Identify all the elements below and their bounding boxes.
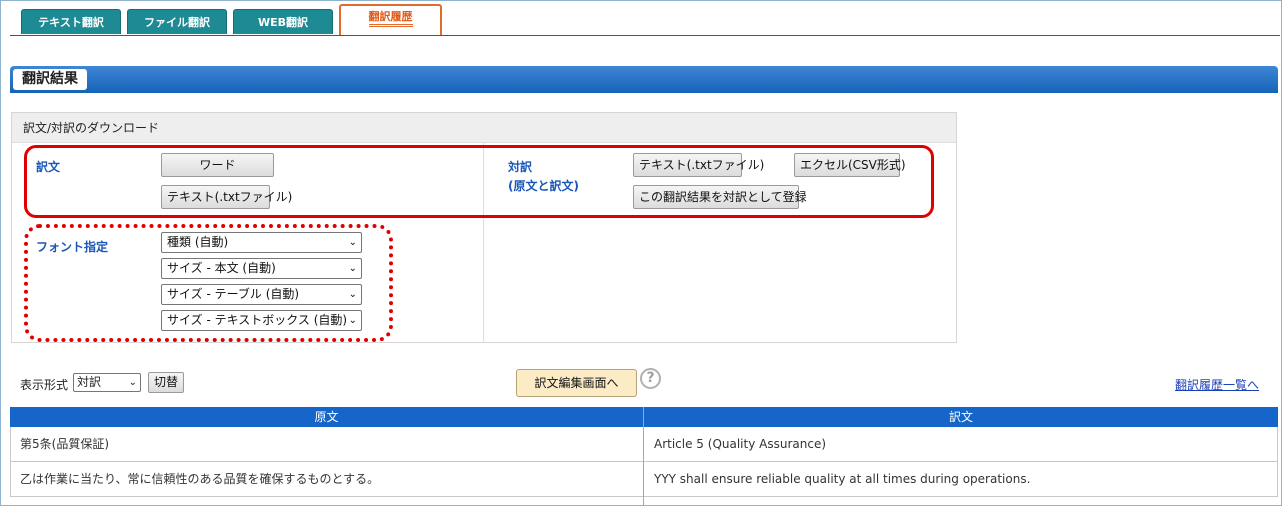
- result-header-bar: 翻訳結果: [10, 66, 1278, 93]
- column-translation: 訳文: [948, 410, 973, 424]
- translation-cell: YYY shall ensure reliable quality at all…: [654, 472, 1031, 486]
- display-format-value: 対訳: [77, 375, 102, 389]
- chevron-down-icon: ⌄: [128, 377, 137, 388]
- table-header: 原文 訳文: [10, 407, 1278, 427]
- highlight-font-box: [24, 224, 393, 342]
- tab-translation-history[interactable]: 翻訳履歴: [339, 4, 442, 35]
- source-cell: 乙は作業に当たり、常に信頼性のある品質を確保するものとする。: [20, 472, 380, 486]
- tab-web-translation[interactable]: WEB翻訳: [233, 9, 333, 34]
- table-row: 乙は作業に当たり、常に信頼性のある品質を確保するものとする。 YYY shall…: [10, 462, 1278, 497]
- tab-file-translation[interactable]: ファイル翻訳: [127, 9, 227, 34]
- tab-text-translation[interactable]: テキスト翻訳: [21, 9, 121, 34]
- column-source: 原文: [314, 410, 339, 424]
- tab-divider: [10, 35, 1280, 36]
- page-title: 翻訳結果: [13, 69, 87, 90]
- download-panel-title: 訳文/対訳のダウンロード: [12, 113, 956, 143]
- switch-button[interactable]: 切替: [148, 372, 185, 393]
- source-cell: 第5条(品質保証): [20, 437, 109, 451]
- history-list-link[interactable]: 翻訳履歴一覧へ: [1175, 376, 1259, 393]
- display-format-select[interactable]: 対訳 ⌄: [73, 373, 141, 392]
- highlight-download-box: [24, 145, 934, 218]
- table-row: 第5条(品質保証) Article 5 (Quality Assurance): [10, 427, 1278, 462]
- display-format-label: 表示形式: [20, 378, 69, 392]
- edit-translation-button[interactable]: 訳文編集画面へ: [516, 369, 637, 397]
- tab-translation-history-label: 翻訳履歴: [368, 10, 413, 27]
- translation-cell: Article 5 (Quality Assurance): [654, 437, 827, 451]
- column-divider: [643, 407, 644, 505]
- help-icon[interactable]: ?: [640, 368, 661, 389]
